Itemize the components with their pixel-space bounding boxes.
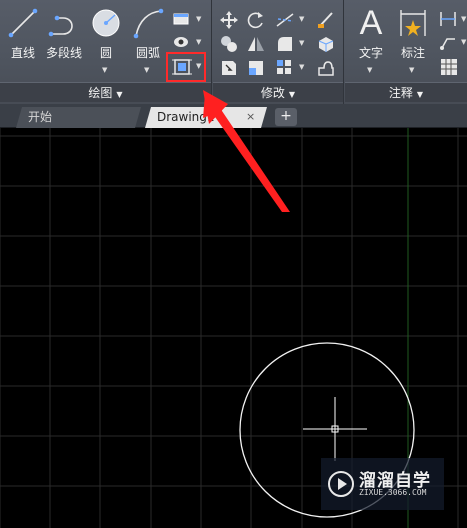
modify-panel-title-text: 修改 — [260, 86, 285, 100]
watermark-url: ZIXUE.3066.COM — [359, 488, 427, 497]
offset-icon — [318, 61, 334, 76]
new-tab-button[interactable]: + — [275, 108, 297, 126]
trim-button[interactable] — [275, 10, 297, 30]
circle-icon — [92, 9, 120, 37]
explode-button[interactable] — [316, 34, 338, 54]
annotation-panel-title[interactable]: 注释 ▼ — [345, 82, 467, 102]
leader-dropdown-icon[interactable]: ▼ — [461, 38, 466, 46]
fillet-icon — [278, 37, 292, 51]
close-icon[interactable]: × — [246, 107, 255, 127]
crosshair-cursor — [303, 397, 367, 461]
tab-drawing1-label: Drawing1 — [157, 110, 215, 124]
tab-start[interactable]: 开始 — [16, 107, 141, 128]
arc-button[interactable]: 圆弧 ▼ — [128, 4, 168, 74]
highlight-box — [166, 52, 206, 82]
table-icon — [441, 59, 457, 75]
rectangle-dropdown-icon[interactable]: ▼ — [196, 15, 201, 23]
chevron-down-icon: ▼ — [416, 90, 424, 99]
line-icon — [8, 8, 38, 38]
text-dropdown-icon[interactable]: ▼ — [367, 66, 372, 74]
rectangle-icon — [173, 13, 189, 25]
scale-button[interactable] — [246, 58, 268, 78]
watermark: 溜溜自学 ZIXUE.3066.COM — [321, 458, 444, 510]
modify-panel-title[interactable]: 修改 ▼ — [213, 82, 343, 102]
circle-label: 圆 — [99, 46, 112, 60]
linear-dimension-icon — [440, 12, 456, 26]
draw-panel-title[interactable]: 绘图 ▼ — [0, 82, 211, 102]
polyline-icon — [48, 15, 73, 37]
erase-icon — [318, 12, 333, 28]
leader-button[interactable] — [439, 33, 461, 53]
array-button[interactable] — [275, 58, 297, 78]
hatch-dropdown-icon[interactable]: ▼ — [196, 38, 201, 46]
mirror-button[interactable] — [246, 34, 268, 54]
erase-button[interactable] — [316, 10, 338, 30]
trim-dropdown-icon[interactable]: ▼ — [299, 15, 304, 23]
ribbon: 直线 多段线 圆 ▼ 圆弧 ▼ ▼ ▼ ▼ 绘图 ▼ ▼ ▼ ▼ 修改 ▼ A … — [0, 0, 467, 104]
array-icon — [277, 60, 291, 74]
rotate-icon — [247, 12, 263, 29]
circle-button[interactable]: 圆 ▼ — [86, 4, 126, 74]
stretch-icon — [222, 61, 236, 75]
annotation-panel: A 文字 ▼ 标注 ▼ ▼ ▼ 注释 ▼ — [345, 0, 467, 104]
chevron-down-icon: ▼ — [288, 90, 296, 99]
dimension-icon — [400, 10, 426, 36]
text-icon: A — [359, 4, 383, 42]
leader-icon — [440, 38, 455, 50]
dimension-dropdown-icon[interactable]: ▼ — [409, 66, 414, 74]
polyline-button[interactable]: 多段线 — [44, 4, 84, 74]
line-button[interactable]: 直线 — [3, 4, 43, 74]
chevron-down-icon: ▼ — [116, 90, 123, 99]
modify-panel: ▼ ▼ ▼ 修改 ▼ — [213, 0, 344, 104]
dimension-button[interactable]: 标注 ▼ — [393, 4, 433, 74]
mirror-icon — [248, 37, 264, 51]
annotation-panel-title-text: 注释 — [388, 86, 413, 100]
tab-drawing1[interactable]: Drawing1 × — [145, 107, 267, 128]
text-button[interactable]: A 文字 ▼ — [351, 4, 391, 74]
explode-icon — [318, 37, 334, 52]
arc-label: 圆弧 — [135, 46, 160, 60]
file-tab-bar: 开始 Drawing1 × + — [0, 104, 467, 128]
trim-icon — [276, 13, 294, 27]
stretch-button[interactable] — [219, 58, 241, 78]
play-logo-icon — [328, 471, 354, 497]
copy-icon — [221, 36, 237, 52]
polyline-label: 多段线 — [45, 46, 82, 60]
move-button[interactable] — [219, 10, 241, 30]
scale-icon — [249, 61, 263, 75]
fillet-dropdown-icon[interactable]: ▼ — [299, 39, 304, 47]
linear-dim-button[interactable] — [439, 10, 461, 30]
draw-panel: 直线 多段线 圆 ▼ 圆弧 ▼ ▼ ▼ ▼ 绘图 ▼ — [0, 0, 212, 104]
line-label: 直线 — [10, 46, 35, 60]
hatch-button[interactable] — [172, 33, 194, 53]
arc-dropdown-icon[interactable]: ▼ — [144, 66, 149, 74]
dimension-label: 标注 — [400, 46, 425, 60]
text-label: 文字 — [358, 46, 383, 60]
rectangle-button[interactable] — [172, 10, 194, 30]
tab-start-label: 开始 — [28, 110, 53, 124]
array-dropdown-icon[interactable]: ▼ — [299, 63, 304, 71]
fillet-button[interactable] — [275, 34, 297, 54]
arc-icon — [133, 8, 164, 39]
rotate-button[interactable] — [246, 10, 268, 30]
draw-panel-title-text: 绘图 — [88, 86, 113, 100]
copy-button[interactable] — [219, 34, 241, 54]
table-button[interactable] — [439, 57, 461, 77]
hatch-icon — [174, 37, 188, 47]
circle-dropdown-icon[interactable]: ▼ — [102, 66, 107, 74]
offset-button[interactable] — [316, 58, 338, 78]
move-icon — [220, 11, 238, 29]
linear-dim-dropdown-icon[interactable]: ▼ — [461, 15, 466, 23]
